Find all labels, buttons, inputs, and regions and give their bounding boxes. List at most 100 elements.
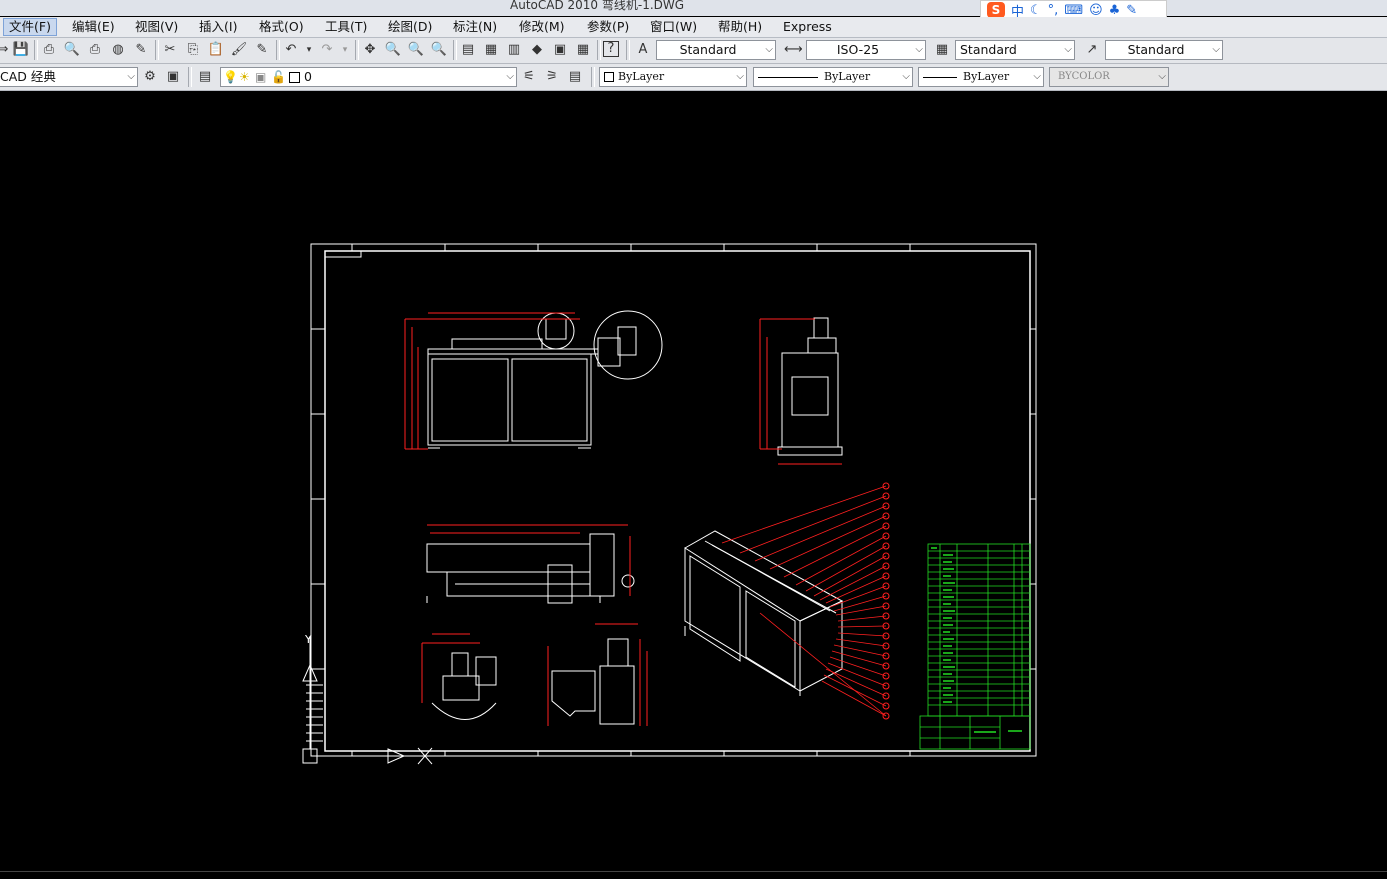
menu-modify[interactable]: 修改(M) — [514, 19, 570, 35]
border-zone-ticks — [311, 244, 1036, 756]
zoom-realtime-icon[interactable]: 🔍 — [384, 41, 402, 59]
layer-viewport-icon[interactable]: ▣ — [255, 68, 266, 86]
chevron-down-icon: ⌵ — [1033, 71, 1041, 82]
separator — [276, 40, 280, 60]
user-icon[interactable]: ☺ — [1089, 3, 1103, 18]
zoom-window-icon[interactable]: 🔍 — [407, 41, 425, 59]
markup-set-icon[interactable]: ▣ — [551, 41, 569, 59]
pan-icon[interactable]: ✥ — [361, 41, 379, 59]
redo-dropdown-icon[interactable]: ▾ — [336, 41, 354, 59]
layer-on-icon[interactable]: 💡 — [223, 68, 238, 86]
linetype-preview — [758, 76, 818, 78]
save-icon[interactable]: 💾 — [12, 41, 30, 59]
print-preview-icon[interactable]: 🔍 — [63, 41, 81, 59]
sheet-outer-border — [310, 243, 1037, 757]
layer-thaw-icon[interactable]: ☀ — [239, 68, 250, 86]
match-properties-icon[interactable]: 🖌 — [230, 41, 248, 59]
workspace-select[interactable]: CAD 经典 ⌵ — [0, 67, 138, 87]
workspace-settings-icon[interactable]: ⚙ — [141, 68, 159, 86]
window-title: AutoCAD 2010 弯线机-1.DWG — [510, 0, 685, 12]
color-control-select[interactable]: ByLayer ⌵ — [599, 67, 747, 87]
separator — [188, 67, 192, 87]
quickcalc-icon[interactable]: ▦ — [574, 41, 592, 59]
dim-style-select[interactable]: ISO-25 ⌵ — [806, 40, 926, 60]
properties-icon[interactable]: ▤ — [459, 41, 477, 59]
layer-states-icon[interactable]: ▤ — [566, 68, 584, 86]
table-style-select[interactable]: Standard ⌵ — [955, 40, 1075, 60]
color-swatch — [604, 72, 614, 82]
make-current-layer-icon[interactable]: ⚟ — [520, 68, 538, 86]
drawing-canvas[interactable]: Y — [0, 91, 1387, 871]
sheet-set-icon[interactable]: ◆ — [528, 41, 546, 59]
punctuation-icon[interactable]: °, — [1048, 3, 1059, 18]
open-icon[interactable]: ⇒ — [0, 41, 12, 59]
title-bar: AutoCAD 2010 弯线机-1.DWG — [0, 0, 1387, 16]
menu-dimension[interactable]: 标注(N) — [448, 19, 502, 35]
menu-insert[interactable]: 插入(I) — [194, 19, 242, 35]
side-view — [759, 317, 843, 465]
drawing-number-box — [324, 250, 362, 258]
design-center-icon[interactable]: ▦ — [482, 41, 500, 59]
menu-format[interactable]: 格式(O) — [254, 19, 309, 35]
print-icon[interactable]: ⎙ — [40, 41, 58, 59]
detail-view-a — [421, 633, 497, 720]
isometric-view — [684, 482, 890, 720]
text-style-select[interactable]: Standard ⌵ — [656, 40, 776, 60]
balloons — [882, 482, 890, 720]
linetype-control-select[interactable]: ByLayer ⌵ — [753, 67, 913, 87]
redo-icon[interactable]: ↷ — [318, 41, 336, 59]
detail-view-b — [547, 623, 648, 726]
balloon-leaders — [721, 485, 887, 717]
multileader-style-icon[interactable]: ↗ — [1083, 41, 1101, 59]
menu-edit[interactable]: 编辑(E) — [67, 19, 120, 35]
menu-help[interactable]: 帮助(H) — [713, 19, 767, 35]
sheet-inner-border — [324, 250, 1031, 752]
menu-parametric[interactable]: 参数(P) — [582, 19, 634, 35]
help-icon[interactable]: ? — [603, 41, 619, 57]
menu-file[interactable]: 文件(F) — [3, 18, 57, 36]
separator — [626, 40, 630, 60]
menu-express[interactable]: Express — [778, 19, 837, 35]
copy-icon[interactable]: ⎘ — [184, 41, 202, 59]
plotstyle-control-select[interactable]: BYCOLOR ⌵ — [1049, 67, 1169, 87]
top-view — [426, 524, 635, 604]
skin-icon[interactable]: ♣ — [1109, 3, 1121, 18]
markup-icon[interactable]: ✎ — [132, 41, 150, 59]
publish-icon[interactable]: ⎙ — [86, 41, 104, 59]
block-editor-icon[interactable]: ✎ — [253, 41, 271, 59]
text-style-icon[interactable]: A — [634, 41, 652, 59]
lineweight-control-select[interactable]: ByLayer ⌵ — [918, 67, 1044, 87]
3d-dwf-icon[interactable]: ◍ — [109, 41, 127, 59]
separator — [355, 40, 359, 60]
sogou-logo[interactable]: S — [987, 2, 1005, 18]
layer-unlock-icon[interactable]: 🔓 — [271, 68, 286, 86]
undo-dropdown-icon[interactable]: ▾ — [300, 41, 318, 59]
menu-view[interactable]: 视图(V) — [130, 19, 183, 35]
zoom-previous-icon[interactable]: 🔍 — [430, 41, 448, 59]
menu-window[interactable]: 窗口(W) — [645, 19, 702, 35]
layer-properties-icon[interactable]: ▤ — [196, 68, 214, 86]
ucs-icon — [302, 636, 433, 765]
separator — [34, 40, 38, 60]
menu-draw[interactable]: 绘图(D) — [383, 19, 437, 35]
layer-previous-icon[interactable]: ⚞ — [543, 68, 561, 86]
cut-icon[interactable]: ✂ — [161, 41, 179, 59]
lineweight-preview — [923, 76, 957, 78]
separator — [155, 40, 159, 60]
undo-icon[interactable]: ↶ — [282, 41, 300, 59]
paste-icon[interactable]: 📋 — [207, 41, 225, 59]
table-style-icon[interactable]: ▦ — [933, 41, 951, 59]
wrench-icon[interactable]: ✎ — [1126, 3, 1137, 18]
menu-tools[interactable]: 工具(T) — [320, 19, 372, 35]
ucs-y-label: Y — [304, 633, 312, 646]
chevron-down-icon: ⌵ — [1158, 71, 1166, 82]
moon-icon[interactable]: ☾ — [1030, 3, 1042, 18]
multileader-style-select[interactable]: Standard ⌵ — [1105, 40, 1223, 60]
workspace-save-icon[interactable]: ▣ — [164, 68, 182, 86]
keyboard-icon[interactable]: ⌨ — [1064, 3, 1083, 18]
tool-palettes-icon[interactable]: ▥ — [505, 41, 523, 59]
chevron-down-icon: ⌵ — [915, 44, 923, 55]
dim-style-icon[interactable]: ⟷ — [784, 41, 803, 59]
menu-bar: 文件(F) 编辑(E) 视图(V) 插入(I) 格式(O) 工具(T) 绘图(D… — [0, 17, 1387, 38]
layer-select[interactable]: 💡 ☀ ▣ 🔓 0 ⌵ — [220, 67, 517, 87]
